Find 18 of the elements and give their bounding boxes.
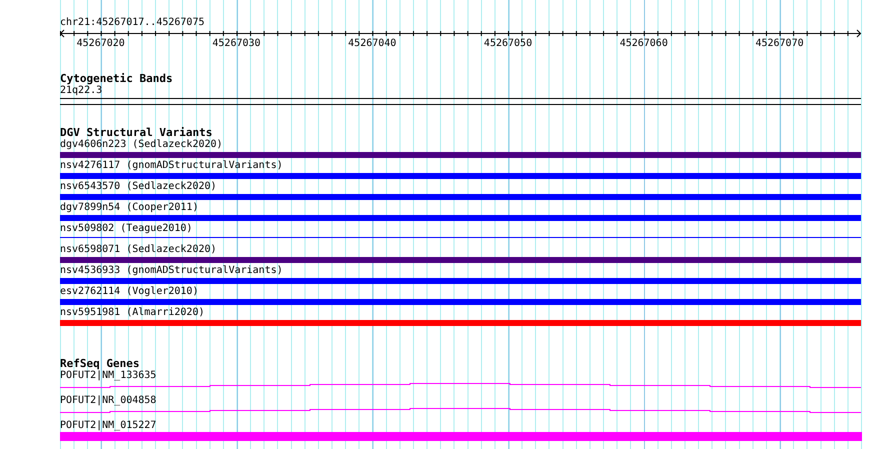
track-title: DGV Structural Variants xyxy=(60,127,212,139)
variant-label: nsv5951981 (Almarri2020) xyxy=(60,307,204,319)
variant-label: dgv4606n223 (Sedlazeck2020) xyxy=(60,139,223,151)
variant-label: nsv6543570 (Sedlazeck2020) xyxy=(60,181,217,193)
transcript-label: POFUT2|NM_133635 xyxy=(60,370,156,382)
variant-label: nsv4536933 (gnomADStructuralVariants) xyxy=(60,265,283,277)
region-title: chr21:45267017..45267075 xyxy=(60,17,204,29)
band-label: 21q22.3 xyxy=(60,85,102,97)
track-title: Cytogenetic Bands xyxy=(60,73,173,85)
variant-label: nsv6598071 (Sedlazeck2020) xyxy=(60,244,217,256)
variant-label: dgv7899n54 (Cooper2011) xyxy=(60,202,198,214)
variant-label: nsv509802 (Teague2010) xyxy=(60,223,192,235)
transcript-label: POFUT2|NR_004858 xyxy=(60,395,156,407)
variant-label: nsv4276117 (gnomADStructuralVariants) xyxy=(60,160,283,172)
variant-label: esv2762114 (Vogler2010) xyxy=(60,286,198,298)
transcript-label: POFUT2|NM_015227 xyxy=(60,420,156,432)
track-title: RefSeq Genes xyxy=(60,358,140,370)
ruler-drawing: 45267020 45267030 45267040 45267050 45267060 45267070 xyxy=(60,29,868,49)
